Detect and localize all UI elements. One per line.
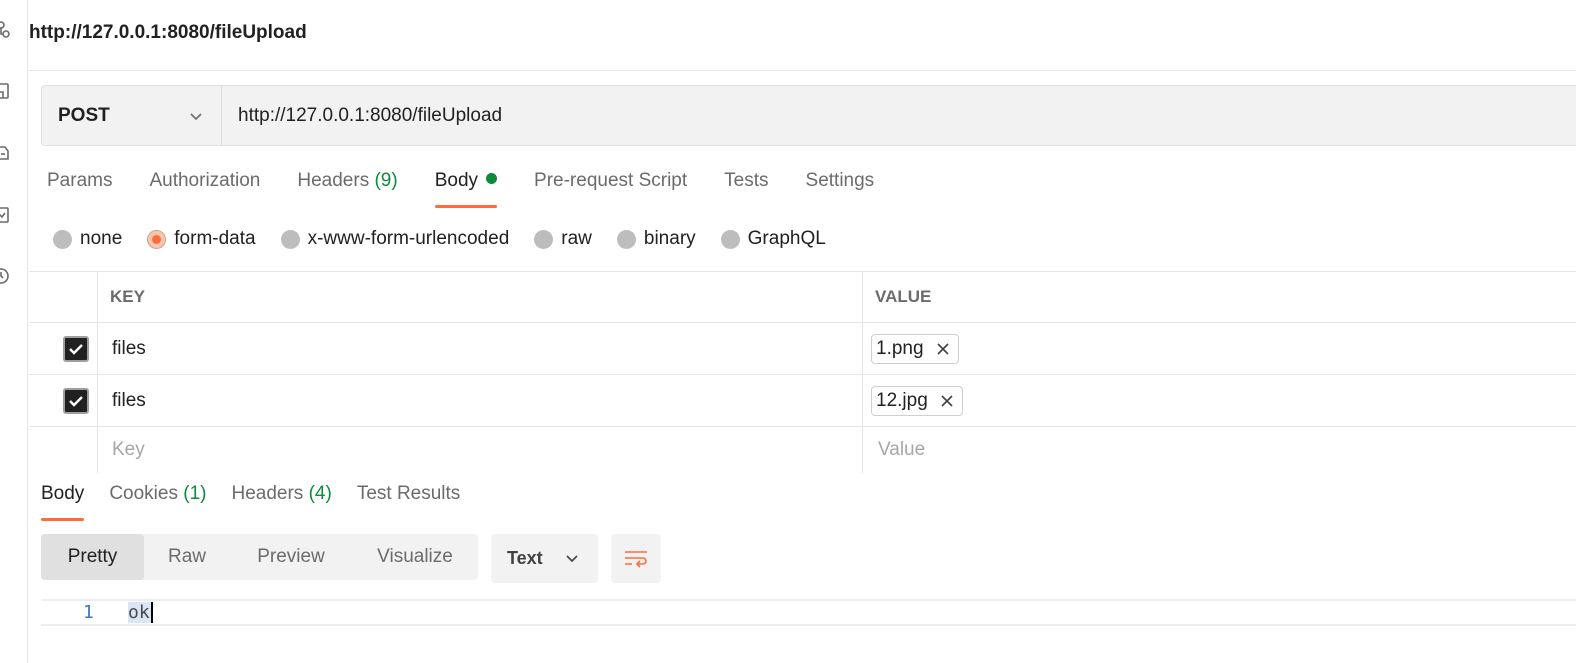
tab-label: Cookies (109, 483, 178, 504)
response-tab-headers[interactable]: Headers (4) (231, 483, 331, 521)
checkbox-cell (29, 427, 98, 473)
radio-label: GraphQL (747, 228, 826, 249)
history-icon[interactable] (0, 266, 11, 286)
tab-body[interactable]: Body (434, 170, 498, 208)
left-sidebar (0, 0, 28, 663)
format-select[interactable]: Text (491, 534, 598, 583)
tab-params[interactable]: Params (47, 170, 112, 208)
url-input[interactable]: http://127.0.0.1:8080/fileUpload (222, 86, 1576, 145)
close-icon[interactable] (936, 342, 950, 356)
tab-label: Body (41, 483, 85, 504)
body-type-form-data[interactable]: form-data (147, 228, 256, 250)
tab-tests[interactable]: Tests (724, 170, 768, 208)
radio-button[interactable] (616, 229, 636, 249)
table-header: KEY VALUE (29, 272, 1576, 323)
method-label: POST (58, 104, 110, 126)
wrap-lines-button[interactable] (611, 534, 661, 583)
tab-label: Headers (297, 170, 370, 191)
view-raw-button[interactable]: Raw (144, 534, 230, 580)
checkbox-column-header (29, 272, 98, 322)
row-enabled-checkbox[interactable] (63, 335, 89, 362)
check-icon (69, 343, 83, 355)
radio-button-selected[interactable] (147, 229, 167, 249)
response-body-text[interactable]: ok (128, 602, 153, 623)
wrap-lines-icon (625, 550, 647, 568)
tab-label: Body (434, 170, 479, 191)
view-visualize-button[interactable]: Visualize (352, 534, 478, 580)
file-name: 12.jpg (876, 389, 928, 411)
body-modified-dot (486, 173, 498, 184)
collections-icon[interactable] (0, 20, 11, 40)
apis-icon[interactable] (0, 81, 11, 101)
response-body-editor[interactable]: 1 ok (41, 599, 1576, 626)
tab-label: Tests (724, 170, 769, 191)
chevron-down-icon (566, 555, 578, 563)
body-type-graphql[interactable]: GraphQL (720, 228, 826, 250)
headers-count: (4) (308, 483, 332, 504)
tab-label: Test Results (356, 483, 461, 504)
tab-label: Settings (805, 170, 875, 191)
body-type-binary[interactable]: binary (616, 228, 696, 250)
headers-count: (9) (374, 170, 398, 191)
row-enabled-checkbox[interactable] (63, 387, 89, 414)
view-mode-selector: Pretty Raw Preview Visualize (41, 534, 478, 580)
cookies-count: (1) (183, 483, 207, 504)
value-cell[interactable]: 1.png (863, 323, 1576, 374)
url-bar: POST http://127.0.0.1:8080/fileUpload (41, 85, 1576, 146)
response-tab-cookies[interactable]: Cookies (1) (109, 483, 206, 521)
checkbox-cell (29, 375, 98, 426)
table-row: files 1.png (29, 323, 1576, 375)
file-name: 1.png (876, 337, 924, 359)
radio-label: form-data (174, 228, 256, 249)
table-row: files 12.jpg (29, 375, 1576, 427)
tab-pre-request-script[interactable]: Pre-request Script (534, 170, 687, 208)
key-column-header: KEY (98, 272, 863, 322)
tab-authorization[interactable]: Authorization (149, 170, 260, 208)
method-select[interactable]: POST (42, 86, 222, 145)
tab-headers[interactable]: Headers (9) (297, 170, 397, 208)
body-type-urlencoded[interactable]: x-www-form-urlencoded (280, 228, 510, 250)
radio-label: binary (643, 228, 696, 249)
body-type-raw[interactable]: raw (534, 228, 592, 250)
radio-label: x-www-form-urlencoded (307, 228, 510, 249)
close-icon[interactable] (940, 394, 954, 408)
tab-label: Params (47, 170, 113, 191)
tab-settings[interactable]: Settings (806, 170, 875, 208)
tab-label: Pre-request Script (534, 170, 688, 191)
file-chip: 1.png (871, 333, 959, 364)
tab-label: Headers (231, 483, 304, 504)
key-cell[interactable]: files (98, 375, 863, 426)
radio-button[interactable] (280, 229, 300, 249)
tab-label: Authorization (149, 170, 261, 191)
chevron-down-icon (190, 113, 202, 121)
view-preview-button[interactable]: Preview (230, 534, 352, 580)
request-tabs: Params Authorization Headers (9) Body Pr… (47, 170, 911, 210)
view-pretty-button[interactable]: Pretty (41, 534, 144, 580)
file-chip: 12.jpg (871, 385, 963, 416)
radio-button[interactable] (720, 229, 740, 249)
radio-button[interactable] (534, 229, 554, 249)
check-icon (69, 395, 83, 407)
request-title[interactable]: http://127.0.0.1:8080/fileUpload (29, 22, 307, 44)
form-data-table: KEY VALUE files 1.png files 12.jpg Key V… (29, 271, 1576, 473)
line-number: 1 (83, 602, 94, 623)
new-row: Key Value (29, 427, 1576, 473)
environments-icon[interactable] (0, 143, 11, 163)
body-type-options: none form-data x-www-form-urlencoded raw… (53, 227, 851, 251)
key-cell[interactable]: files (98, 323, 863, 374)
value-cell[interactable]: 12.jpg (863, 375, 1576, 426)
response-tab-body[interactable]: Body (41, 483, 85, 521)
radio-label: none (80, 228, 123, 249)
checkbox-cell (29, 323, 98, 374)
radio-label: raw (561, 228, 592, 249)
monitors-icon[interactable] (0, 205, 11, 225)
radio-button[interactable] (53, 229, 72, 249)
new-key-input[interactable]: Key (98, 427, 863, 473)
new-value-input[interactable]: Value (863, 427, 1576, 473)
body-type-none[interactable]: none (53, 228, 122, 250)
response-tabs: Body Cookies (1) Headers (4) Test Result… (41, 483, 485, 521)
format-label: Text (507, 548, 543, 568)
value-column-header: VALUE (875, 287, 932, 306)
response-tab-test-results[interactable]: Test Results (357, 483, 460, 521)
